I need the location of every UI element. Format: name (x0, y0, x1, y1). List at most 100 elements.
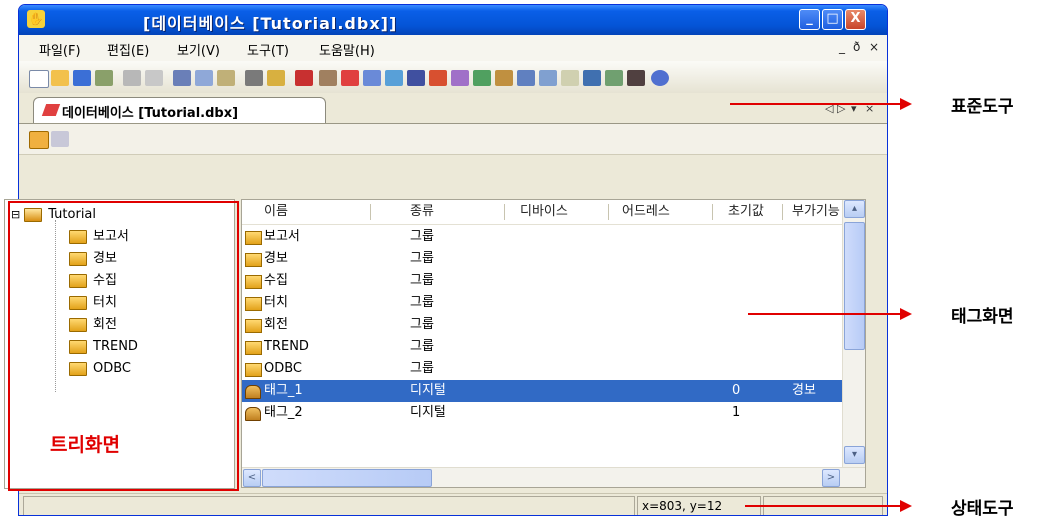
column-separator[interactable] (712, 204, 713, 220)
tagview-annotation-label: 태그화면 (951, 307, 1014, 327)
minimize-button[interactable]: _ (799, 9, 820, 30)
column-separator[interactable] (782, 204, 783, 220)
new-file-icon[interactable] (29, 70, 49, 88)
arrow-right-icon (900, 98, 912, 110)
pencil-icon[interactable] (341, 70, 359, 86)
tree-annotation-label: 트리화면 (50, 434, 120, 456)
table-row[interactable]: TREND 그룹 (242, 336, 842, 358)
mdi-restore-button[interactable]: ð (853, 40, 860, 54)
maximize-button[interactable]: □ (822, 9, 843, 30)
database-toolbar (19, 123, 887, 155)
cell-name: 보고서 (264, 229, 300, 244)
tag-list-view[interactable]: 이름 종류 디바이스 어드레스 초기값 부가기능 보고서 그룹 경보 그룹 수집 그룹 터치… (241, 199, 866, 488)
graph-icon[interactable] (605, 70, 623, 86)
horizontal-scroll-thumb[interactable] (262, 469, 432, 487)
column-header-device[interactable]: 디바이스 (520, 202, 568, 224)
paste-icon[interactable] (217, 70, 235, 86)
menu-file[interactable]: 파일(F) (39, 40, 81, 59)
open-folder-icon[interactable] (51, 70, 69, 86)
chart-icon[interactable] (473, 70, 491, 86)
scroll-down-button[interactable]: ▾ (844, 446, 865, 464)
folder-icon (245, 275, 262, 289)
table-row[interactable]: 경보 그룹 (242, 248, 842, 270)
cell-name: TREND (264, 339, 309, 354)
copy-icon[interactable] (195, 70, 213, 86)
cell-type: 그룹 (410, 229, 434, 244)
save-icon[interactable] (73, 70, 91, 86)
table-row[interactable]: 터치 그룹 (242, 292, 842, 314)
help-icon[interactable] (651, 70, 669, 86)
column-header-name[interactable]: 이름 (264, 202, 288, 224)
mdi-close-button[interactable]: × (869, 40, 879, 54)
cell-extra: 경보 (792, 383, 816, 398)
horizontal-scrollbar[interactable]: < > (242, 467, 865, 487)
mdi-minimize-button[interactable]: _ (839, 40, 845, 54)
scroll-up-button[interactable]: ▴ (844, 200, 865, 218)
find-icon[interactable] (245, 70, 263, 86)
column-header-address[interactable]: 어드레스 (622, 202, 670, 224)
column-header-extra[interactable]: 부가기능 (792, 202, 842, 224)
cut-icon[interactable] (173, 70, 191, 86)
column-separator[interactable] (608, 204, 609, 220)
column-separator[interactable] (504, 204, 505, 220)
cell-initial: 1 (732, 405, 741, 420)
table-row[interactable]: 수집 그룹 (242, 270, 842, 292)
table-row[interactable]: 태그_2 디지털 1 (242, 402, 842, 424)
vertical-scrollbar[interactable]: ▴ ▾ (842, 200, 865, 467)
table-row[interactable]: 보고서 그룹 (242, 226, 842, 248)
column-separator[interactable] (370, 204, 371, 220)
print-icon[interactable] (123, 70, 141, 86)
cell-name: 회전 (264, 317, 288, 332)
menu-bar: 파일(F) 편집(E) 보기(V) 도구(T) 도움말(H) _ ð × (19, 35, 887, 62)
status-coordinates: x=803, y=12 (637, 496, 761, 515)
user-icon[interactable] (429, 70, 447, 86)
pencil-icon (41, 104, 61, 116)
cell-type: 그룹 (410, 295, 434, 310)
menu-tools[interactable]: 도구(T) (247, 40, 289, 59)
folder-icon (245, 319, 262, 333)
column-header-initial[interactable]: 초기값 (728, 202, 764, 224)
monitor-icon[interactable] (583, 70, 601, 86)
cell-type: 그룹 (410, 317, 434, 332)
bar-icon[interactable] (407, 70, 425, 86)
document-icon[interactable] (561, 70, 579, 86)
bug-icon[interactable] (295, 70, 313, 86)
wand-icon[interactable] (495, 70, 513, 86)
vertical-scroll-thumb[interactable] (844, 222, 865, 350)
cell-initial: 0 (732, 383, 741, 398)
tools-icon[interactable] (319, 70, 337, 86)
menu-view[interactable]: 보기(V) (177, 40, 220, 59)
statusbar-annotation-line (745, 505, 900, 507)
cell-type: 그룹 (410, 273, 434, 288)
users-icon[interactable] (451, 70, 469, 86)
scroll-left-button[interactable]: < (243, 469, 261, 487)
link-icon[interactable] (539, 70, 557, 86)
cell-name: 태그_2 (264, 405, 303, 420)
replace-icon[interactable] (267, 70, 285, 86)
cell-type: 디지털 (410, 405, 446, 420)
close-button[interactable]: X (845, 9, 866, 30)
add-group-icon[interactable] (29, 131, 49, 149)
menu-edit[interactable]: 편집(E) (107, 40, 149, 59)
save-all-icon[interactable] (95, 70, 113, 86)
folder-icon (245, 253, 262, 267)
toolbar-annotation-line (730, 103, 900, 105)
column-header-type[interactable]: 종류 (410, 202, 434, 224)
table-row[interactable]: 태그_1 디지털 0 경보 (242, 380, 842, 402)
table-row[interactable]: 회전 그룹 (242, 314, 842, 336)
tab-database[interactable]: 데이터베이스 [Tutorial.dbx] (33, 97, 326, 123)
title-bar[interactable]: ✋ [데이터베이스 [Tutorial.dbx]] _ □ X (19, 5, 887, 35)
network-icon[interactable] (385, 70, 403, 86)
menu-help[interactable]: 도움말(H) (319, 40, 375, 59)
table-icon[interactable] (517, 70, 535, 86)
window-icon[interactable] (363, 70, 381, 86)
find-tag-icon[interactable] (51, 131, 69, 147)
globe-icon[interactable] (627, 70, 645, 86)
table-row[interactable]: ODBC 그룹 (242, 358, 842, 380)
arrow-right-icon (900, 308, 912, 320)
print-preview-icon[interactable] (145, 70, 163, 86)
cell-name: ODBC (264, 361, 303, 376)
scroll-right-button[interactable]: > (822, 469, 840, 487)
app-icon[interactable]: ✋ (27, 10, 45, 28)
cell-name: 수집 (264, 273, 288, 288)
